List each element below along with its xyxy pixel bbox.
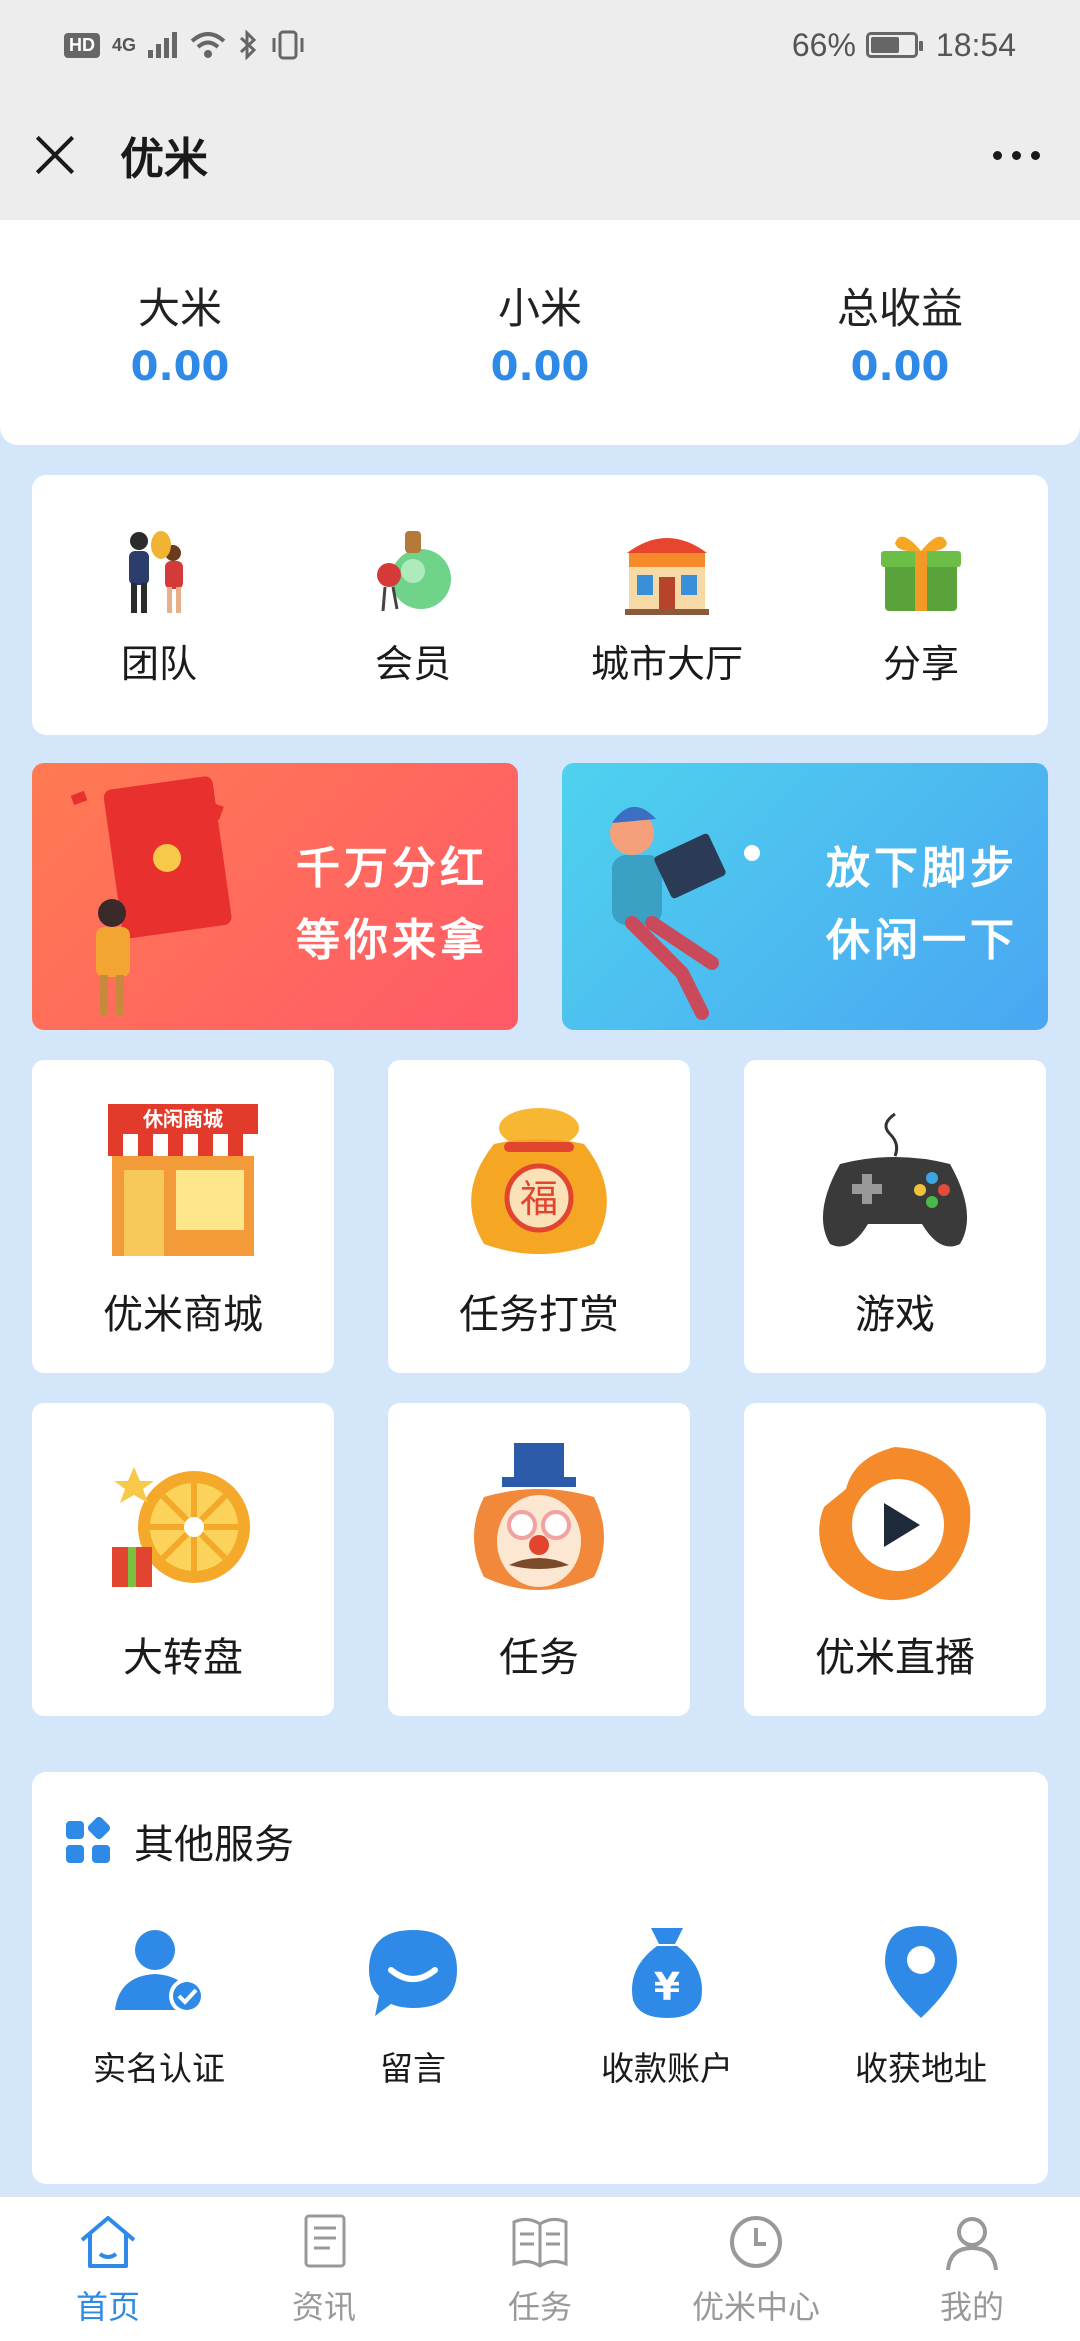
user-icon bbox=[946, 2217, 998, 2271]
gamepad-icon bbox=[822, 1112, 968, 1246]
clown-icon bbox=[474, 1442, 604, 1590]
tile-label: 优米直播 bbox=[815, 1634, 975, 1681]
news-icon bbox=[304, 2214, 346, 2268]
stat-xiaomi[interactable]: 小米 0.00 bbox=[360, 220, 720, 445]
stat-label: 大米 bbox=[137, 284, 222, 333]
hd-badge: HD bbox=[64, 32, 100, 58]
service-label: 收获地址 bbox=[855, 2049, 987, 2088]
signal-4g-label: 4G bbox=[112, 34, 137, 55]
signal-icon bbox=[148, 32, 178, 58]
stat-label: 小米 bbox=[497, 284, 582, 333]
tile-label: 任务 bbox=[499, 1634, 579, 1681]
book-icon bbox=[512, 2217, 568, 2268]
banner-line: 千万分红 bbox=[296, 843, 488, 894]
service-payment-account[interactable]: ¥ 收款账户 bbox=[540, 1922, 794, 2090]
tile-label: 优米商城 bbox=[103, 1291, 263, 1338]
earnings-summary: 大米 0.00 小米 0.00 总收益 0.00 bbox=[0, 220, 1080, 445]
bottom-tab-bar: 首页 资讯 任务 优米中心 我的 bbox=[0, 2196, 1080, 2341]
wifi-icon bbox=[190, 32, 226, 58]
leisure-illustration bbox=[610, 806, 760, 1020]
tab-label: 优米中心 bbox=[691, 2288, 820, 2326]
vibrate-icon bbox=[272, 30, 304, 60]
svg-text:福: 福 bbox=[520, 1177, 558, 1221]
page-title: 优米 bbox=[120, 134, 208, 185]
tab-profile[interactable]: 我的 bbox=[864, 2197, 1080, 2341]
stat-damei[interactable]: 大米 0.00 bbox=[0, 220, 360, 445]
tile-task[interactable]: 任务 bbox=[388, 1403, 690, 1716]
chat-bubble-icon bbox=[369, 1930, 457, 2016]
tab-news[interactable]: 资讯 bbox=[216, 2197, 432, 2341]
stat-value: 0.00 bbox=[130, 344, 230, 390]
tab-youmi-center[interactable]: 优米中心 bbox=[648, 2197, 864, 2341]
quick-label: 分享 bbox=[882, 641, 959, 686]
title-bar: 优米 bbox=[0, 90, 1080, 220]
lucky-bag-icon: 福 bbox=[471, 1107, 607, 1254]
tile-label: 游戏 bbox=[855, 1291, 935, 1338]
tile-task-reward[interactable]: 福 任务打赏 bbox=[388, 1060, 690, 1373]
banner-line: 等你来拿 bbox=[296, 915, 488, 966]
tab-home[interactable]: 首页 bbox=[0, 2197, 216, 2341]
red-envelope-illustration bbox=[70, 776, 232, 1015]
battery-percent: 66% bbox=[791, 26, 856, 63]
other-services-panel: 其他服务 实名认证 留言 ¥ 收款账户 收获地址 bbox=[32, 1772, 1048, 2184]
close-icon[interactable] bbox=[30, 130, 80, 180]
banner-line: 放下脚步 bbox=[826, 843, 1018, 894]
member-icon bbox=[377, 530, 451, 611]
bluetooth-icon bbox=[239, 30, 257, 60]
status-bar: HD 4G 66% 18:54 bbox=[0, 0, 1080, 90]
battery-icon bbox=[865, 32, 923, 58]
banner-text: 放下脚步 休闲一下 bbox=[826, 833, 1018, 977]
tab-tasks[interactable]: 任务 bbox=[432, 2197, 648, 2341]
service-real-name-auth[interactable]: 实名认证 bbox=[32, 1922, 286, 2090]
tile-lucky-wheel[interactable]: 大转盘 bbox=[32, 1403, 334, 1716]
tile-youmi-mall[interactable]: 休闲商城 优米商城 bbox=[32, 1060, 334, 1373]
quick-label: 会员 bbox=[374, 641, 451, 686]
tab-label: 首页 bbox=[75, 2288, 140, 2326]
money-bag-icon: ¥ bbox=[632, 1928, 702, 2018]
clock: 18:54 bbox=[935, 26, 1016, 63]
quick-item-member[interactable]: 会员 bbox=[286, 475, 540, 735]
live-play-icon bbox=[819, 1446, 971, 1600]
tile-label: 任务打赏 bbox=[459, 1291, 619, 1338]
service-label: 留言 bbox=[380, 2049, 446, 2088]
verified-user-icon bbox=[115, 1930, 205, 2014]
banner-line: 休闲一下 bbox=[826, 915, 1018, 966]
service-label: 实名认证 bbox=[93, 2049, 225, 2088]
banner-leisure[interactable]: 放下脚步 休闲一下 bbox=[562, 763, 1048, 1030]
service-shipping-address[interactable]: 收获地址 bbox=[794, 1922, 1048, 2090]
banner-dividend[interactable]: 千万分红 等你来拿 bbox=[32, 763, 518, 1030]
city-hall-icon bbox=[625, 537, 709, 615]
quick-item-team[interactable]: 团队 bbox=[32, 475, 286, 735]
shop-icon: 休闲商城 bbox=[108, 1103, 258, 1256]
quick-menu: 团队 会员 城市大厅 分享 bbox=[32, 475, 1048, 735]
service-message[interactable]: 留言 bbox=[286, 1922, 540, 2090]
share-gift-icon bbox=[881, 536, 961, 611]
tile-label: 大转盘 bbox=[123, 1634, 243, 1681]
stat-value: 0.00 bbox=[490, 344, 590, 390]
quick-label: 团队 bbox=[120, 641, 197, 686]
lucky-wheel-icon bbox=[112, 1466, 250, 1587]
tab-label: 任务 bbox=[507, 2288, 572, 2326]
svg-text:¥: ¥ bbox=[654, 1965, 680, 2009]
quick-item-city-hall[interactable]: 城市大厅 bbox=[540, 475, 794, 735]
clock-icon bbox=[730, 2216, 782, 2268]
quick-item-share[interactable]: 分享 bbox=[794, 475, 1048, 735]
stat-total-earnings[interactable]: 总收益 0.00 bbox=[720, 220, 1080, 445]
tab-label: 我的 bbox=[939, 2288, 1004, 2326]
home-icon bbox=[80, 2216, 136, 2268]
stat-value: 0.00 bbox=[850, 344, 950, 390]
service-label: 收款账户 bbox=[601, 2049, 733, 2088]
tile-games[interactable]: 游戏 bbox=[744, 1060, 1046, 1373]
banner-text: 千万分红 等你来拿 bbox=[296, 833, 488, 977]
grid-apps-icon bbox=[66, 1817, 111, 1863]
team-icon bbox=[129, 530, 183, 613]
tab-label: 资讯 bbox=[291, 2288, 356, 2326]
stat-label: 总收益 bbox=[836, 284, 963, 333]
section-title: 其他服务 bbox=[134, 1822, 294, 1868]
quick-label: 城市大厅 bbox=[590, 641, 743, 686]
location-pin-icon bbox=[885, 1926, 957, 2018]
shop-sign-text: 休闲商城 bbox=[142, 1107, 223, 1131]
more-menu-icon[interactable] bbox=[993, 150, 1040, 160]
tile-youmi-live[interactable]: 优米直播 bbox=[744, 1403, 1046, 1716]
